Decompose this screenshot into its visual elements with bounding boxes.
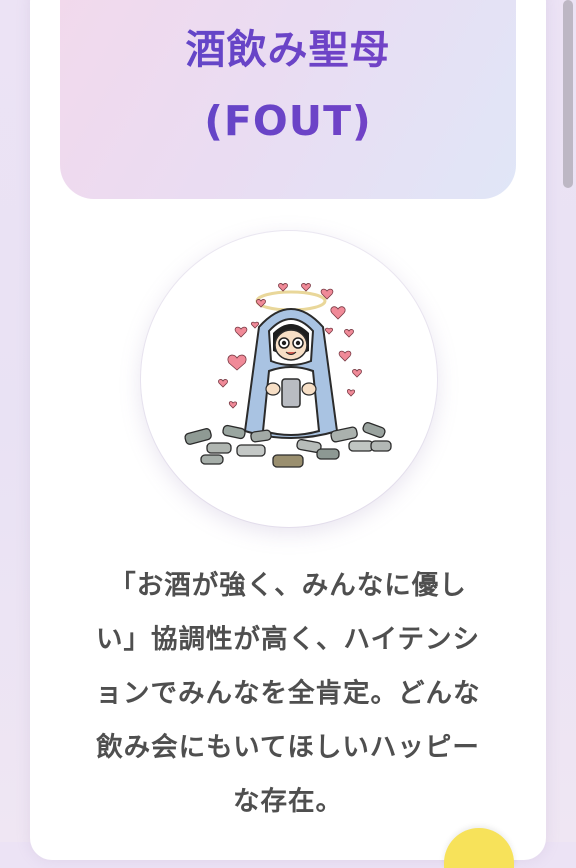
- description-line: 「お酒が強く、みんなに優し: [109, 570, 467, 601]
- description-line: ョンでみんなを全肯定。どんな: [95, 678, 481, 709]
- description-line: 飲み会にもいてほしいハッピー: [96, 732, 480, 763]
- result-type-code: (FOUT): [60, 93, 516, 149]
- scrollbar-thumb[interactable]: [563, 0, 573, 188]
- description-line: い」協調性が高く、ハイテンシ: [96, 624, 480, 655]
- drinking-madonna-illustration: [184, 283, 392, 468]
- result-description: 「お酒が強く、みんなに優し い」協調性が高く、ハイテンシ ョンでみんなを全肯定。…: [62, 559, 514, 829]
- result-type-title: 酒飲み聖母: [60, 22, 516, 78]
- description-line: な存在。: [233, 786, 343, 817]
- character-portrait: [141, 231, 437, 527]
- halo-icon: [255, 290, 327, 312]
